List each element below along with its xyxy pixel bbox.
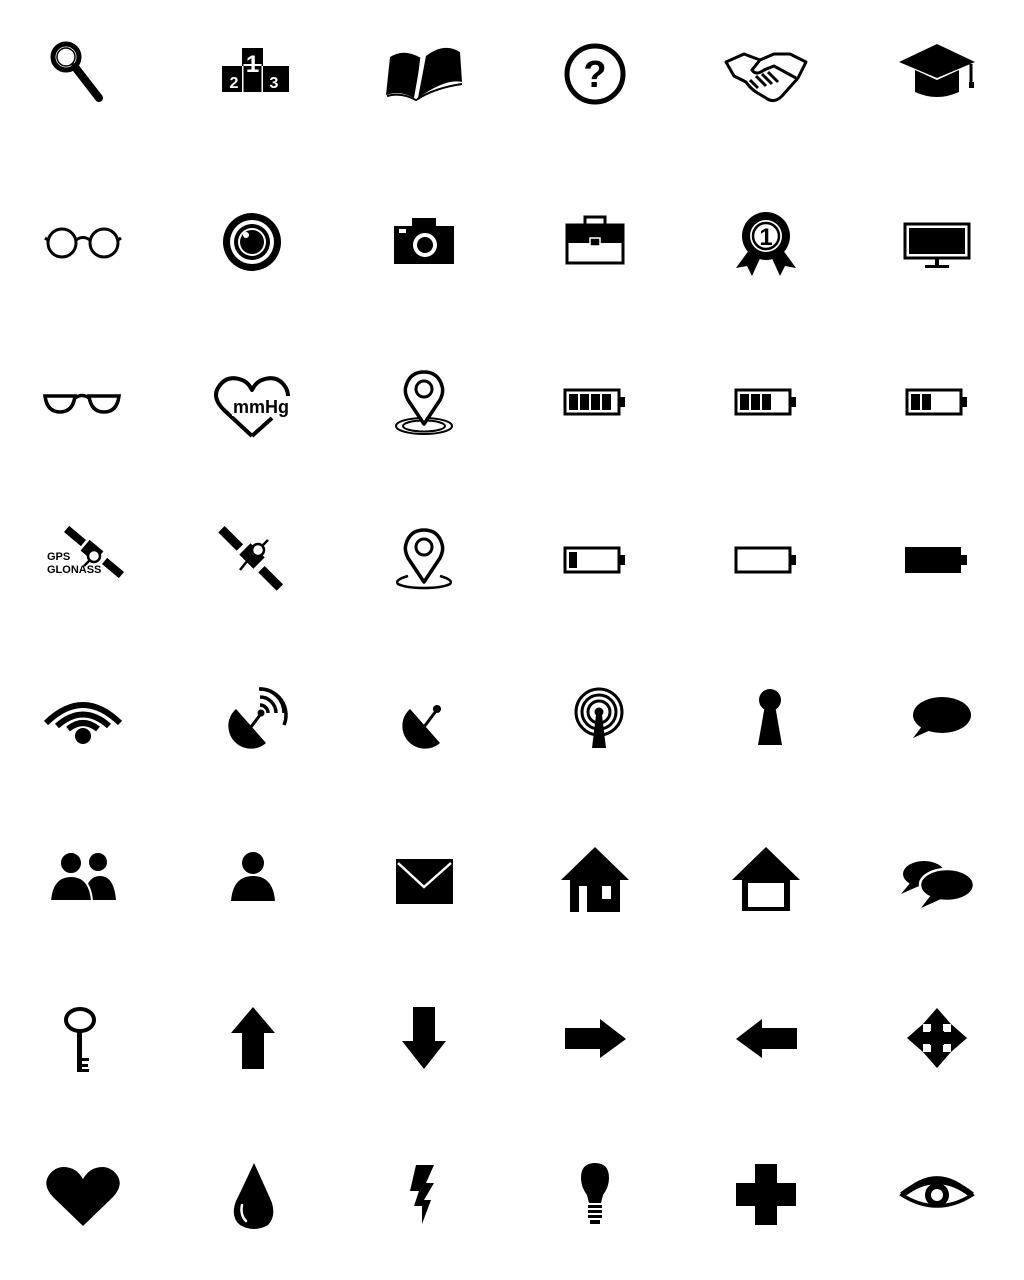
magnifier-icon [28, 22, 128, 122]
battery-half-icon [887, 352, 987, 452]
battery-solid-icon [887, 510, 987, 610]
arrow-left-icon [716, 988, 816, 1088]
battery-low-icon [545, 510, 645, 610]
user-icon [202, 830, 302, 930]
heart-icon [28, 1145, 128, 1245]
location-pin-base-icon [374, 510, 474, 610]
arrow-up-icon [202, 988, 302, 1088]
battery-full-icon [545, 352, 645, 452]
icon-grid: 1 2 3 ? 1 mmHg GPS GLONASS [0, 0, 1024, 1280]
podium-first-label: 1 [246, 51, 259, 78]
arrow-right-icon [545, 988, 645, 1088]
envelope-icon [374, 830, 474, 930]
water-drop-icon [202, 1145, 302, 1245]
award-number-label: 1 [759, 224, 772, 251]
users-icon [28, 830, 128, 930]
gps-line1-label: GPS [47, 551, 70, 563]
glasses-round-icon [28, 192, 128, 292]
keyhole-icon [716, 665, 816, 765]
question-mark-label: ? [583, 54, 606, 96]
satellite-dish-icon [374, 665, 474, 765]
key-icon [28, 988, 128, 1088]
location-pin-ring-icon [374, 352, 474, 452]
battery-empty-icon [716, 510, 816, 610]
speech-bubble-icon [887, 665, 987, 765]
award-ribbon-icon: 1 [716, 192, 816, 292]
chat-bubbles-icon [887, 830, 987, 930]
home-outline-icon [716, 830, 816, 930]
blood-pressure-unit-label: mmHg [233, 397, 289, 417]
open-book-icon [374, 22, 474, 122]
camera-lens-icon [202, 192, 302, 292]
briefcase-icon [545, 192, 645, 292]
camera-icon [374, 192, 474, 292]
lightning-icon [374, 1145, 474, 1245]
podium-third-label: 3 [270, 75, 279, 92]
move-arrows-icon [887, 988, 987, 1088]
battery-three-quarter-icon [716, 352, 816, 452]
arrow-down-icon [374, 988, 474, 1088]
wifi-icon [28, 665, 128, 765]
radio-tower-icon [545, 665, 645, 765]
handshake-icon [716, 22, 816, 122]
graduation-cap-icon [887, 22, 987, 122]
gps-line2-label: GLONASS [47, 564, 101, 576]
monitor-icon [887, 192, 987, 292]
glasses-half-icon [28, 352, 128, 452]
medical-cross-icon [716, 1145, 816, 1245]
satellite-icon [202, 510, 302, 610]
podium-second-label: 2 [230, 75, 239, 92]
gps-glonass-satellite-icon: GPS GLONASS [28, 510, 128, 610]
satellite-dish-signal-icon [202, 665, 302, 765]
light-bulb-icon [545, 1145, 645, 1245]
question-circle-icon: ? [545, 22, 645, 122]
home-window-icon [545, 830, 645, 930]
blood-pressure-heart-icon: mmHg [202, 352, 302, 452]
podium-icon: 1 2 3 [202, 22, 302, 122]
eye-icon [887, 1145, 987, 1245]
